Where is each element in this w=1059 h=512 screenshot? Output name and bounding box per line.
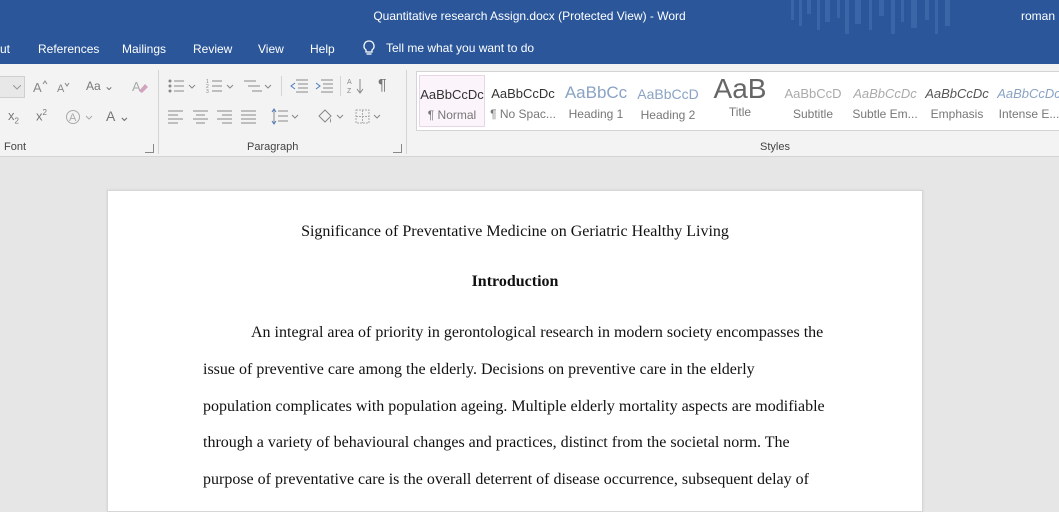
title-bar: Quantitative research Assign.docx (Prote… xyxy=(0,0,1059,34)
tab-help[interactable]: Help xyxy=(310,42,335,56)
body-line: population complicates with population a… xyxy=(203,398,825,415)
style-no-spacing[interactable]: AaBbCcDc ¶ No Spac... xyxy=(490,75,556,127)
style-name: ¶ No Spac... xyxy=(490,107,556,121)
style-name: Emphasis xyxy=(930,107,984,121)
style-name: Heading 1 xyxy=(568,107,624,121)
svg-text:A: A xyxy=(57,83,65,95)
styles-group-label: Styles xyxy=(760,141,790,153)
shading-icon[interactable] xyxy=(316,108,346,126)
increase-indent-icon[interactable] xyxy=(315,78,333,94)
align-center-icon[interactable] xyxy=(193,110,209,124)
grow-font-icon[interactable]: A xyxy=(33,79,49,95)
paragraph-group-label: Paragraph xyxy=(247,141,299,153)
tab-layout[interactable]: ut xyxy=(0,42,10,56)
style-name: Subtle Em... xyxy=(852,107,918,121)
svg-text:Z: Z xyxy=(347,88,352,95)
lightbulb-icon xyxy=(363,40,375,55)
style-name: Title xyxy=(728,105,752,119)
tab-view[interactable]: View xyxy=(258,42,284,56)
font-color-button[interactable]: A ⌄ xyxy=(106,108,130,125)
align-right-icon[interactable] xyxy=(217,110,233,124)
paragraph-dialog-launcher[interactable] xyxy=(393,144,402,153)
tab-references[interactable]: References xyxy=(38,42,99,56)
subscript-button[interactable]: x2 xyxy=(8,108,19,126)
style-heading-1[interactable]: AaBbCc Heading 1 xyxy=(563,75,629,127)
style-preview: AaBbCcD xyxy=(637,86,699,102)
window-title: Quantitative research Assign.docx (Prote… xyxy=(373,9,686,23)
font-dialog-launcher[interactable] xyxy=(145,144,154,153)
style-heading-2[interactable]: AaBbCcD Heading 2 xyxy=(635,75,701,127)
bullets-icon[interactable] xyxy=(168,78,198,94)
font-group-label: Font xyxy=(4,141,27,153)
superscript-button[interactable]: x2 xyxy=(36,108,47,123)
multilevel-list-icon[interactable] xyxy=(244,78,274,94)
style-preview: AaB xyxy=(713,75,767,104)
style-normal[interactable]: AaBbCcDc ¶ Normal xyxy=(419,75,485,127)
body-line: An integral area of priority in gerontol… xyxy=(251,324,824,341)
svg-text:3: 3 xyxy=(206,89,209,94)
style-preview: AaBbCcDc xyxy=(997,86,1059,101)
style-subtitle[interactable]: AaBbCcD Subtitle xyxy=(780,75,846,127)
style-intense-emphasis[interactable]: AaBbCcDc Intense E... xyxy=(996,75,1059,127)
ribbon-separator xyxy=(158,70,159,154)
tab-mailings[interactable]: Mailings xyxy=(122,42,166,56)
font-color-label: A xyxy=(106,108,115,124)
style-preview: AaBbCcDc xyxy=(853,86,917,101)
align-left-icon[interactable] xyxy=(168,110,184,124)
document-page[interactable]: Significance of Preventative Medicine on… xyxy=(107,190,923,512)
style-title[interactable]: AaB Title xyxy=(707,75,773,127)
tell-me-text: Tell me what you want to do xyxy=(386,41,535,55)
styles-gallery: AaBbCcDc ¶ Normal AaBbCcDc ¶ No Spac... … xyxy=(416,71,1059,131)
svg-text:A: A xyxy=(347,79,352,86)
style-preview: AaBbCcDc xyxy=(420,87,484,102)
decrease-indent-icon[interactable] xyxy=(290,78,308,94)
numbering-icon[interactable]: 123 xyxy=(206,78,236,94)
body-line: through a variety of behavioural changes… xyxy=(203,434,790,451)
font-size-box[interactable] xyxy=(0,76,25,98)
svg-text:A: A xyxy=(33,80,42,95)
show-formatting-icon[interactable]: ¶ xyxy=(378,77,387,95)
style-name: ¶ Normal xyxy=(427,108,477,122)
style-name: Subtitle xyxy=(792,107,834,121)
style-name: Heading 2 xyxy=(640,108,696,122)
style-preview: AaBbCcDc xyxy=(491,86,555,101)
style-emphasis[interactable]: AaBbCcDc Emphasis xyxy=(924,75,990,127)
body-line: purpose of preventative care is the over… xyxy=(203,471,809,488)
ribbon-tabs: ut References Mailings Review View Help … xyxy=(0,34,1059,64)
style-preview: AaBbCcD xyxy=(784,86,842,101)
line-spacing-icon[interactable] xyxy=(271,108,301,126)
body-line: issue of preventive care among the elder… xyxy=(203,361,755,378)
change-case-button[interactable]: Aa ⌄ xyxy=(86,79,114,93)
tell-me-box[interactable]: Tell me what you want to do xyxy=(362,40,534,56)
tab-review[interactable]: Review xyxy=(193,42,232,56)
style-preview: AaBbCcDc xyxy=(925,86,989,101)
sort-icon[interactable]: AZ xyxy=(347,77,365,95)
ribbon: A A Aa ⌄ A x2 x2 A A ⌄ Font 123 AZ ¶ Par… xyxy=(0,64,1059,157)
style-name: Intense E... xyxy=(998,107,1059,121)
change-case-label: Aa xyxy=(86,79,101,93)
text-effects-icon[interactable]: A xyxy=(66,109,96,125)
superscript-2-icon: 2 xyxy=(42,108,47,117)
ribbon-separator xyxy=(281,76,282,96)
borders-icon[interactable] xyxy=(355,108,385,126)
chevron-down-icon xyxy=(13,85,21,90)
document-title: Significance of Preventative Medicine on… xyxy=(301,223,729,240)
user-name[interactable]: roman xyxy=(1021,9,1055,23)
clear-formatting-icon[interactable]: A xyxy=(130,78,148,96)
document-heading: Introduction xyxy=(471,273,559,290)
style-subtle-emphasis[interactable]: AaBbCcDc Subtle Em... xyxy=(852,75,918,127)
ribbon-separator xyxy=(340,76,341,96)
subscript-2-icon: 2 xyxy=(14,116,19,126)
style-preview: AaBbCc xyxy=(564,83,628,102)
shrink-font-icon[interactable]: A xyxy=(57,81,73,95)
svg-text:A: A xyxy=(132,79,141,94)
ribbon-separator xyxy=(406,70,407,154)
justify-icon[interactable] xyxy=(241,110,257,124)
svg-text:A: A xyxy=(69,112,77,124)
